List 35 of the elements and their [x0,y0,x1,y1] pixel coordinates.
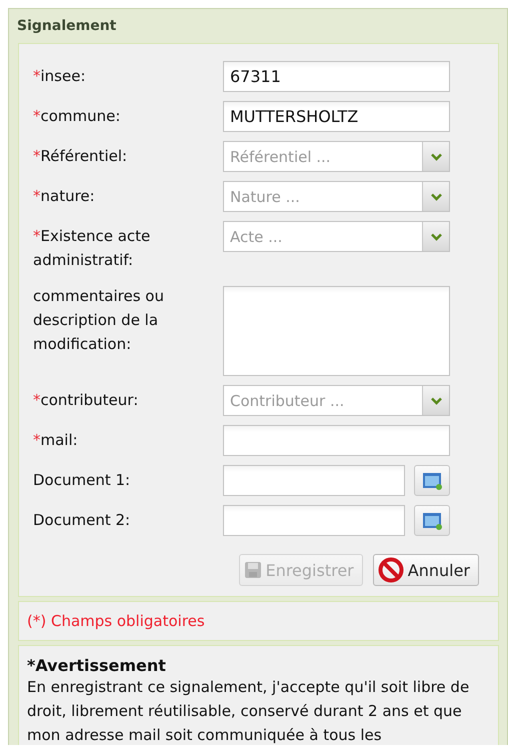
text-field[interactable]: 67311 [223,61,450,92]
chevron-down-icon [430,396,442,404]
floppy-icon [244,561,262,579]
no-entry-icon [378,557,404,583]
warning-text: En enregistrant ce signalement, j'accepte qu'il soit libre de droit, librement réutilisable, conservé durant 2 ans et que mon adresse mail soit communiquée à tous les [27,677,470,745]
window-icon [421,510,443,530]
field-label: *contributeur: [33,390,140,411]
chevron-down-icon [430,232,442,240]
panel-title: Signalement [16,17,118,36]
file-field[interactable] [223,505,405,536]
required-note: (*) Champs obligatoires [26,611,206,632]
comment-field[interactable] [223,286,450,376]
dropdown-field[interactable]: Référentiel ... [223,141,450,172]
field-label: commentaires ou description de la modification: [33,286,165,355]
dropdown-field[interactable]: Contributeur ... [223,385,450,416]
field-label: *nature: [33,186,96,207]
text-field[interactable]: MUTTERSHOLTZ [223,101,450,132]
chevron-down-icon [430,192,442,200]
field-label: *commune: [33,106,122,127]
field-label: Document 2: [33,510,132,531]
dropdown-field[interactable]: Acte ... [223,221,450,252]
browse-button[interactable] [414,505,450,536]
window-icon [421,470,443,490]
text-field[interactable] [223,425,450,456]
field-label: *Référentiel: [33,146,128,167]
warning-title: *Avertissement [27,656,167,675]
field-label: *Existence acte administratif: [33,226,152,271]
field-label: *mail: [33,430,79,451]
field-label: *insee: [33,66,86,87]
chevron-down-icon [430,152,442,160]
field-label: Document 1: [33,470,132,491]
file-field[interactable] [223,465,405,496]
cancel-button[interactable]: Annuler [372,554,479,586]
dropdown-field[interactable]: Nature ... [223,181,450,212]
browse-button[interactable] [414,465,450,496]
